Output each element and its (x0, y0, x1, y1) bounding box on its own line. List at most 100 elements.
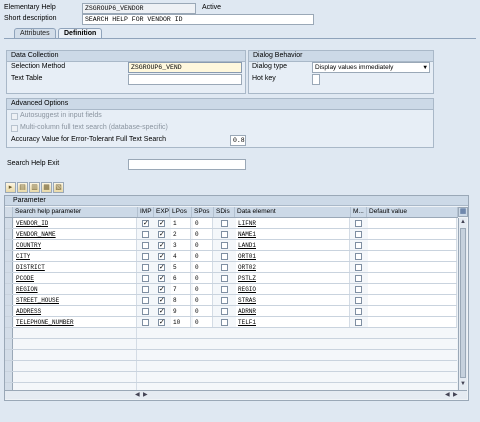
imp-checkbox[interactable] (142, 297, 149, 304)
row-selector[interactable] (5, 284, 13, 294)
sdis-checkbox[interactable] (221, 308, 228, 315)
mod-checkbox[interactable] (355, 275, 362, 282)
spos-cell[interactable]: 0 (193, 317, 213, 327)
row-selector[interactable] (5, 251, 13, 261)
spos-cell[interactable]: 0 (193, 240, 213, 250)
lpos-cell[interactable]: 2 (171, 229, 191, 239)
exp-checkbox[interactable]: ✓ (158, 308, 165, 315)
lpos-cell[interactable]: 5 (171, 262, 191, 272)
sdis-checkbox[interactable] (221, 242, 228, 249)
exp-checkbox[interactable]: ✓ (158, 220, 165, 227)
copy-icon[interactable]: ▤ (17, 182, 28, 193)
row-selector[interactable] (5, 240, 13, 250)
column-header-imp[interactable]: IMP (138, 207, 154, 217)
column-header-lpos[interactable]: LPos (170, 207, 192, 217)
mod-checkbox[interactable] (355, 220, 362, 227)
row-selector[interactable] (5, 350, 13, 360)
sdis-checkbox[interactable] (221, 319, 228, 326)
delete-row-icon[interactable]: ▧ (53, 182, 64, 193)
element-cell[interactable]: PSTLZ (236, 273, 350, 283)
table-row[interactable]: VENDOR_ID ✓ ✓ 1 0 LIFNR (5, 218, 457, 229)
exp-checkbox[interactable]: ✓ (158, 242, 165, 249)
element-cell[interactable]: ADRNR (236, 306, 350, 316)
param-cell[interactable] (14, 372, 137, 382)
table-row[interactable]: DISTRICT ✓ 5 0 ORT02 (5, 262, 457, 273)
param-cell[interactable] (14, 339, 137, 349)
scroll-left-icon[interactable]: ◀ (445, 392, 450, 399)
spos-cell[interactable]: 0 (193, 295, 213, 305)
chevron-down-icon[interactable]: ▼ (423, 63, 427, 72)
selection-method-field[interactable]: ZSGROUP6_VEND (128, 62, 242, 73)
default-value-cell[interactable] (368, 240, 457, 250)
spos-cell[interactable]: 0 (193, 218, 213, 228)
imp-checkbox[interactable] (142, 253, 149, 260)
column-header-default[interactable]: Default value (367, 207, 458, 217)
element-cell[interactable]: REGIO (236, 284, 350, 294)
default-value-cell[interactable] (368, 262, 457, 272)
mod-checkbox[interactable] (355, 297, 362, 304)
default-value-cell[interactable] (368, 284, 457, 294)
scroll-right-icon[interactable]: ▶ (453, 392, 458, 399)
column-header-spos[interactable]: SPos (192, 207, 214, 217)
default-value-cell[interactable] (368, 306, 457, 316)
imp-checkbox[interactable] (142, 308, 149, 315)
table-row[interactable] (5, 339, 457, 350)
row-selector[interactable] (5, 218, 13, 228)
imp-checkbox[interactable] (142, 319, 149, 326)
mod-checkbox[interactable] (355, 264, 362, 271)
table-row[interactable]: CITY ✓ 4 0 ORT01 (5, 251, 457, 262)
scroll-down-icon[interactable]: ▼ (460, 381, 466, 388)
param-cell[interactable]: PCODE (14, 273, 137, 283)
exp-checkbox[interactable]: ✓ (158, 253, 165, 260)
spos-cell[interactable]: 0 (193, 284, 213, 294)
param-cell[interactable]: TELEPHONE_NUMBER (14, 317, 137, 327)
sdis-checkbox[interactable] (221, 220, 228, 227)
column-header-sdis[interactable]: SDis (214, 207, 235, 217)
element-cell[interactable]: ORT01 (236, 251, 350, 261)
mod-checkbox[interactable] (355, 319, 362, 326)
scroll-right-icon[interactable]: ▶ (143, 392, 148, 399)
autosuggest-checkbox[interactable] (11, 113, 18, 120)
table-row[interactable] (5, 361, 457, 372)
sdis-checkbox[interactable] (221, 286, 228, 293)
horizontal-scrollbar[interactable]: ◀ ▶ ◀ ▶ (5, 390, 467, 399)
param-cell[interactable]: COUNTRY (14, 240, 137, 250)
scroll-thumb[interactable] (460, 228, 466, 378)
exp-checkbox[interactable]: ✓ (158, 264, 165, 271)
scroll-up-icon[interactable]: ▲ (460, 219, 466, 226)
multicolumn-checkbox[interactable] (11, 125, 18, 132)
imp-checkbox[interactable] (142, 286, 149, 293)
spos-cell[interactable]: 0 (193, 306, 213, 316)
lpos-cell[interactable]: 4 (171, 251, 191, 261)
imp-checkbox[interactable] (142, 264, 149, 271)
sdis-checkbox[interactable] (221, 264, 228, 271)
param-cell[interactable]: ADDRESS (14, 306, 137, 316)
table-row[interactable] (5, 350, 457, 361)
table-row[interactable]: PCODE ✓ 6 0 PSTLZ (5, 273, 457, 284)
paste-icon[interactable]: ▦ (41, 182, 52, 193)
table-row[interactable]: STREET_HOUSE ✓ 8 0 STRAS (5, 295, 457, 306)
scroll-left-icon[interactable]: ◀ (135, 392, 140, 399)
param-cell[interactable] (14, 350, 137, 360)
mod-checkbox[interactable] (355, 231, 362, 238)
accuracy-field[interactable]: 0.8 (230, 135, 246, 146)
table-settings-icon[interactable]: ▦ (458, 207, 468, 217)
lpos-cell[interactable]: 8 (171, 295, 191, 305)
row-selector[interactable] (5, 273, 13, 283)
column-header-element[interactable]: Data element (235, 207, 351, 217)
exp-checkbox[interactable]: ✓ (158, 286, 165, 293)
imp-checkbox[interactable] (142, 231, 149, 238)
spos-cell[interactable]: 0 (193, 262, 213, 272)
row-selector[interactable] (5, 339, 13, 349)
insert-row-icon[interactable]: ▸ (5, 182, 16, 193)
exp-checkbox[interactable]: ✓ (158, 231, 165, 238)
table-row[interactable]: ADDRESS ✓ 9 0 ADRNR (5, 306, 457, 317)
lpos-cell[interactable]: 1 (171, 218, 191, 228)
sdis-checkbox[interactable] (221, 275, 228, 282)
mod-checkbox[interactable] (355, 253, 362, 260)
mod-checkbox[interactable] (355, 242, 362, 249)
spos-cell[interactable]: 0 (193, 229, 213, 239)
table-row[interactable] (5, 372, 457, 383)
sdis-checkbox[interactable] (221, 253, 228, 260)
param-cell[interactable]: CITY (14, 251, 137, 261)
